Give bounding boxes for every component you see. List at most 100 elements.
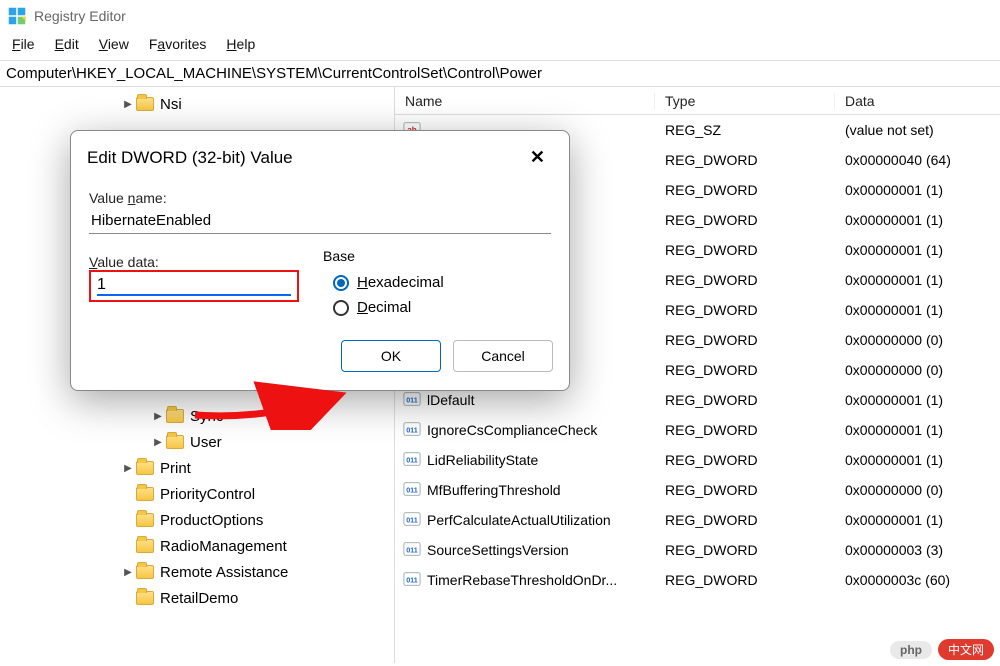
tree-item[interactable]: RetailDemo (0, 585, 394, 611)
tree-item[interactable]: ▶ User (0, 429, 394, 455)
svg-text:011: 011 (406, 485, 418, 494)
menu-favorites[interactable]: Favorites (149, 36, 207, 52)
folder-icon (136, 513, 154, 527)
list-header: Name Type Data (395, 87, 1000, 115)
cancel-button[interactable]: Cancel (453, 340, 553, 372)
menu-edit[interactable]: Edit (55, 36, 79, 52)
col-header-name[interactable]: Name (395, 93, 655, 109)
radio-hexadecimal[interactable]: Hexadecimal (323, 270, 551, 295)
value-name: LidReliabilityState (427, 452, 538, 468)
watermark: php 中文网 (890, 639, 994, 660)
folder-icon (136, 539, 154, 553)
value-data: 0x00000001 (1) (835, 302, 1000, 318)
value-data: 0x00000001 (1) (835, 272, 1000, 288)
tree-item[interactable]: ▶ Remote Assistance (0, 559, 394, 585)
address-bar[interactable]: Computer\HKEY_LOCAL_MACHINE\SYSTEM\Curre… (0, 60, 1000, 87)
close-icon[interactable]: ✕ (522, 143, 553, 172)
value-name: MfBufferingThreshold (427, 482, 561, 498)
reg-binary-icon: 011 (403, 420, 421, 441)
value-data: 0x00000040 (64) (835, 152, 1000, 168)
tree-item[interactable]: RadioManagement (0, 533, 394, 559)
value-type: REG_DWORD (655, 452, 835, 468)
value-data: 0x00000001 (1) (835, 212, 1000, 228)
value-data: 0x00000001 (1) (835, 242, 1000, 258)
chevron-right-icon[interactable]: ▶ (150, 411, 166, 422)
value-type: REG_DWORD (655, 362, 835, 378)
svg-text:011: 011 (406, 425, 418, 434)
radio-dec-label: Decimal (357, 299, 411, 316)
value-data: 0x00000001 (1) (835, 392, 1000, 408)
tree-item-label: Nsi (160, 96, 182, 113)
value-type: REG_DWORD (655, 332, 835, 348)
svg-text:011: 011 (406, 515, 418, 524)
value-name: TimerRebaseThresholdOnDr... (427, 572, 617, 588)
tree-item-label: RetailDemo (160, 590, 238, 607)
value-data-label: Value data: (89, 254, 299, 270)
value-type: REG_DWORD (655, 422, 835, 438)
menu-help[interactable]: Help (226, 36, 255, 52)
radio-icon (333, 300, 349, 316)
value-data: 0x00000000 (0) (835, 332, 1000, 348)
reg-binary-icon: 011 (403, 540, 421, 561)
value-type: REG_DWORD (655, 212, 835, 228)
ok-button[interactable]: OK (341, 340, 441, 372)
radio-icon (333, 275, 349, 291)
value-data-input[interactable]: 1 (97, 276, 291, 296)
list-row[interactable]: 011MfBufferingThresholdREG_DWORD0x000000… (395, 475, 1000, 505)
folder-icon (136, 565, 154, 579)
chevron-right-icon[interactable]: ▶ (120, 463, 136, 474)
tree-item[interactable]: ProductOptions (0, 507, 394, 533)
tree-item-label: Sync (190, 408, 223, 425)
menu-file[interactable]: File (12, 36, 35, 52)
value-type: REG_DWORD (655, 392, 835, 408)
watermark-right: 中文网 (938, 639, 994, 660)
list-row[interactable]: 011LidReliabilityStateREG_DWORD0x0000000… (395, 445, 1000, 475)
chevron-right-icon[interactable]: ▶ (150, 437, 166, 448)
chevron-right-icon[interactable]: ▶ (120, 567, 136, 578)
edit-dword-dialog: Edit DWORD (32-bit) Value ✕ Value name: … (70, 130, 570, 391)
value-data: 0x00000000 (0) (835, 362, 1000, 378)
value-type: REG_DWORD (655, 512, 835, 528)
watermark-left: php (890, 641, 932, 659)
list-row[interactable]: 011TimerRebaseThresholdOnDr...REG_DWORD0… (395, 565, 1000, 595)
col-header-data[interactable]: Data (835, 93, 1000, 109)
reg-binary-icon: 011 (403, 510, 421, 531)
registry-editor-icon (8, 7, 26, 25)
tree-item-label: Remote Assistance (160, 564, 288, 581)
folder-icon (166, 435, 184, 449)
value-type: REG_DWORD (655, 242, 835, 258)
app-title: Registry Editor (34, 8, 126, 24)
value-type: REG_DWORD (655, 572, 835, 588)
value-data: 0x00000001 (1) (835, 512, 1000, 528)
tree-item-label: PriorityControl (160, 486, 255, 503)
list-row[interactable]: 011 IgnoreCsComplianceCheck REG_DWORD0x000… (395, 415, 1000, 445)
value-name: SourceSettingsVersion (427, 542, 569, 558)
radio-decimal[interactable]: Decimal (323, 295, 551, 320)
folder-icon (166, 409, 184, 423)
menu-view[interactable]: View (99, 36, 129, 52)
value-name: PerfCalculateActualUtilization (427, 512, 611, 528)
svg-text:011: 011 (406, 545, 418, 554)
tree-item[interactable]: ▶ Nsi (0, 91, 394, 117)
tree-item[interactable]: ▶Print (0, 455, 394, 481)
base-label: Base (323, 248, 551, 264)
list-row[interactable]: 011 PerfCalculateActualUtilization REG_DWO… (395, 505, 1000, 535)
base-group: Base Hexadecimal Decimal (323, 248, 551, 320)
reg-binary-icon: 011 (403, 450, 421, 471)
tree-item[interactable]: ▶ Sync (0, 403, 394, 429)
radio-hex-label: Hexadecimal (357, 274, 444, 291)
tree-item[interactable]: PriorityControl (0, 481, 394, 507)
folder-icon (136, 97, 154, 111)
value-name-label: Value name: (89, 190, 551, 206)
value-data: 0x00000001 (1) (835, 422, 1000, 438)
value-type: REG_SZ (655, 122, 835, 138)
col-header-type[interactable]: Type (655, 93, 835, 109)
value-type: REG_DWORD (655, 182, 835, 198)
value-name-input[interactable] (89, 206, 551, 234)
svg-text:011: 011 (406, 575, 418, 584)
tree-item-label: RadioManagement (160, 538, 287, 555)
list-row[interactable]: 011SourceSettingsVersionREG_DWORD0x00000… (395, 535, 1000, 565)
value-name: IgnoreCsComplianceCheck (427, 422, 597, 438)
tree-item-label: User (190, 434, 222, 451)
chevron-right-icon[interactable]: ▶ (120, 99, 136, 110)
